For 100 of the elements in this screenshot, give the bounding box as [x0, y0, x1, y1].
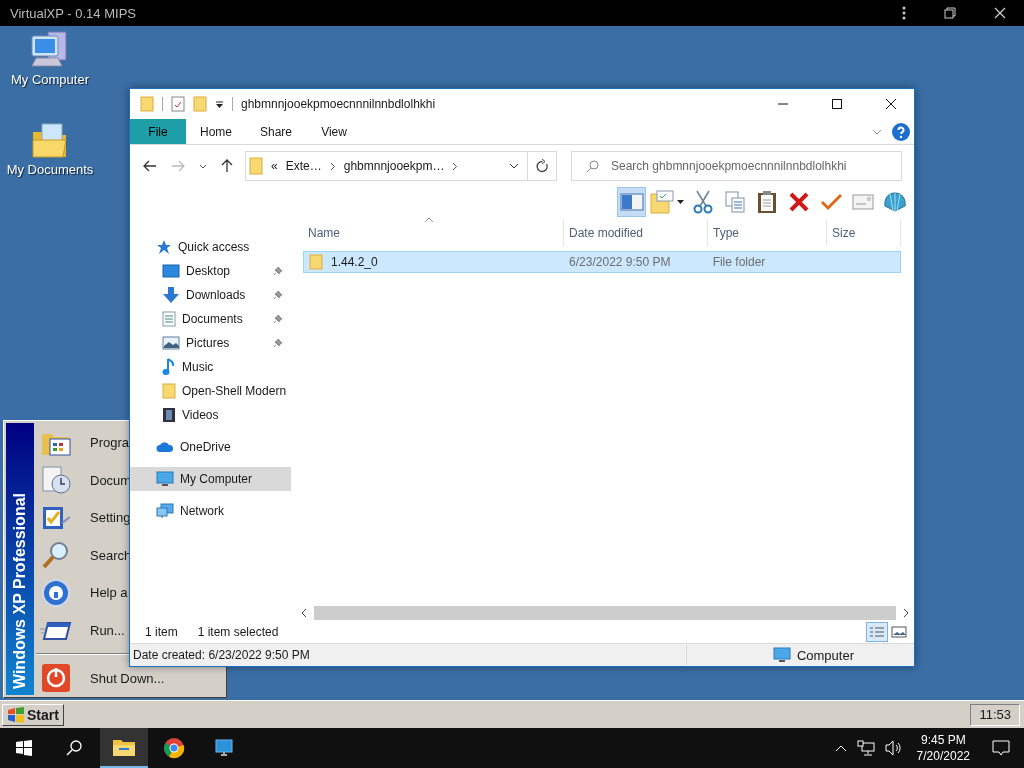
location-text: Computer: [796, 647, 854, 663]
monitor-icon: [772, 647, 791, 663]
windows-flag-icon: [7, 706, 25, 723]
volume-icon[interactable]: [884, 740, 903, 756]
remote-desktop-icon: [213, 738, 235, 758]
nav-item[interactable]: Documents: [130, 307, 291, 331]
network-icon: [156, 503, 174, 519]
taskbar-time[interactable]: 9:45 PM: [920, 732, 966, 748]
ribbon-tab[interactable]: Home: [186, 119, 246, 144]
document-icon: [162, 311, 176, 327]
pane-icon: [619, 192, 644, 212]
pin-icon[interactable]: [273, 338, 283, 348]
breadcrumb[interactable]: Exte…: [285, 159, 322, 173]
help-icon: [40, 577, 72, 608]
up-icon[interactable]: [221, 159, 233, 173]
nav-item[interactable]: Pictures: [130, 331, 291, 355]
properties-icon[interactable]: [171, 96, 185, 112]
scroll-left-icon[interactable]: [300, 608, 308, 618]
column-header[interactable]: Size: [827, 220, 901, 246]
film-icon: [162, 407, 176, 423]
delete-icon: [788, 192, 809, 212]
refresh-button[interactable]: [527, 151, 557, 181]
search-icon: [66, 740, 82, 756]
overflow-crumb[interactable]: «: [271, 159, 278, 173]
details-view-icon: [869, 626, 885, 638]
more-icon[interactable]: [902, 6, 906, 20]
preview-pane-button[interactable]: [617, 187, 646, 217]
ribbon-tab[interactable]: File: [130, 119, 186, 144]
column-header[interactable]: Date modified: [564, 220, 708, 246]
help-icon[interactable]: [892, 122, 910, 141]
shell-icon: [882, 191, 907, 213]
thumbnail-view-icon: [891, 626, 907, 638]
recent-locations-icon[interactable]: [199, 163, 207, 169]
checkmark-icon: [819, 193, 842, 211]
nav-item[interactable]: My Computer: [130, 467, 291, 491]
windows-logo-icon: [16, 740, 32, 756]
breadcrumb[interactable]: ghbmnnjooekpm…: [343, 159, 445, 173]
restore-icon[interactable]: [944, 7, 956, 19]
desktop-icon: [162, 264, 180, 278]
chevron-up-icon[interactable]: [834, 744, 847, 752]
date-cell: 6/23/2022 9:50 PM: [569, 255, 671, 269]
nav-item[interactable]: Videos: [130, 403, 291, 427]
type-cell: File folder: [712, 255, 766, 269]
chevron-icon[interactable]: [452, 161, 459, 171]
network-icon[interactable]: [856, 740, 875, 756]
notifications-icon[interactable]: [992, 739, 1010, 757]
monitor-icon: [156, 471, 174, 487]
copy-icon: [724, 191, 745, 213]
column-header[interactable]: Type: [708, 220, 827, 246]
nav-item[interactable]: Open-Shell Modern: [130, 379, 291, 403]
window-title: ghbmnnjooekpmoecnnnilnnbdlolhkhi: [241, 97, 436, 111]
folder-icon[interactable]: [30, 122, 70, 160]
nav-item[interactable]: Music: [130, 355, 291, 379]
close-icon[interactable]: [994, 7, 1006, 19]
banner-text: Windows XP Professional: [11, 492, 29, 689]
folder-icon: [112, 737, 136, 757]
download-arrow-icon: [162, 287, 180, 303]
desktop-icon-label[interactable]: My Computer: [11, 72, 89, 87]
ribbon-tab[interactable]: Share: [246, 119, 307, 144]
ribbon-tab[interactable]: View: [306, 119, 363, 144]
customize-caret-icon[interactable]: [215, 99, 224, 109]
search-field[interactable]: Search ghbmnnjooekpmoecnnnilnnbdlolhkhi: [609, 153, 901, 179]
maximize-icon: [832, 99, 842, 109]
dropdown-icon[interactable]: [509, 163, 519, 169]
taskbar-date[interactable]: 7/20/2022: [916, 748, 970, 764]
pin-icon[interactable]: [273, 290, 283, 300]
column-header[interactable]: Name: [303, 220, 564, 246]
address-bar[interactable]: « Exte… ghbmnnjooekpm…: [245, 151, 528, 181]
start-menu-item[interactable]: Help a: [84, 585, 128, 601]
folder-icon: [309, 254, 323, 270]
desktop-icon-label[interactable]: My Documents: [6, 162, 94, 177]
star-icon: [156, 239, 172, 255]
file-row[interactable]: 1.44.2_0 6/23/2022 9:50 PM File folder: [303, 251, 901, 273]
start-menu-item[interactable]: Progra: [84, 435, 130, 451]
start-menu-item[interactable]: Run...: [84, 622, 125, 638]
search-box[interactable]: Search ghbmnnjooekpmoecnnnilnnbdlolhkhi: [571, 151, 902, 181]
expand-ribbon-icon[interactable]: [872, 128, 882, 135]
scrollbar-thumb[interactable]: [314, 606, 896, 620]
scroll-right-icon[interactable]: [902, 608, 910, 618]
chevron-icon[interactable]: [329, 161, 336, 171]
pin-icon[interactable]: [273, 314, 283, 324]
close-icon: [886, 99, 896, 109]
nav-item[interactable]: Quick access: [130, 235, 291, 259]
pin-icon[interactable]: [273, 266, 283, 276]
file-name: 1.44.2_0: [331, 255, 378, 269]
nav-item[interactable]: OneDrive: [130, 435, 291, 459]
folder-icon: [162, 383, 176, 399]
taskbar-app[interactable]: [100, 728, 148, 768]
nav-item[interactable]: Network: [130, 499, 291, 523]
document-clock-icon: [40, 465, 72, 496]
start-button[interactable]: Start: [2, 703, 64, 726]
nav-item[interactable]: Desktop: [130, 259, 291, 283]
host-title: VirtualXP - 0.14 MIPS: [10, 5, 136, 21]
envelope-icon: [851, 194, 874, 210]
folder-icon: [249, 157, 263, 175]
clipboard-icon: [756, 190, 777, 214]
shut-down-item[interactable]: Shut Down...: [84, 670, 165, 686]
nav-item[interactable]: Downloads: [130, 283, 291, 307]
image-icon: [162, 336, 180, 350]
back-icon[interactable]: [143, 160, 157, 172]
